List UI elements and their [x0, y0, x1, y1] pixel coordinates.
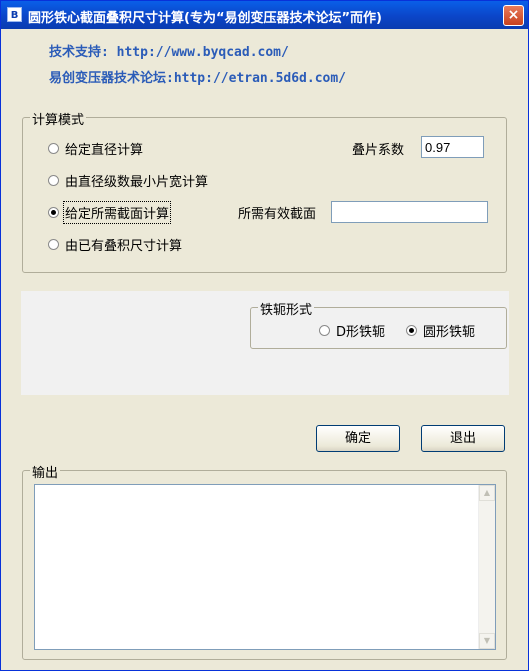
radio-given-area[interactable]: 给定所需截面计算: [48, 201, 172, 224]
area-input[interactable]: [331, 201, 488, 223]
title-bar[interactable]: B 圆形铁心截面叠积尺寸计算(专为“易创变压器技术论坛”而作) ×: [1, 1, 528, 29]
window-title: 圆形铁心截面叠积尺寸计算(专为“易创变压器技术论坛”而作): [28, 11, 382, 26]
radio-icon: [319, 325, 330, 336]
radio-round-yoke[interactable]: 圆形铁轭: [406, 321, 475, 340]
output-text: [35, 485, 495, 491]
radio-icon: [48, 175, 59, 186]
scroll-up-icon[interactable]: ▲: [479, 485, 495, 501]
radio-icon: [48, 239, 59, 250]
scroll-down-icon[interactable]: ▼: [479, 633, 495, 649]
ok-button[interactable]: 确定: [316, 425, 400, 452]
output-title: 输出: [30, 462, 61, 481]
radio-label: D形铁轭: [336, 325, 386, 340]
radio-label: 由直径级数最小片宽计算: [65, 175, 209, 190]
forum-link[interactable]: 易创变压器技术论坛:http://etran.5d6d.com/: [49, 67, 346, 86]
radio-checked-icon: [406, 325, 417, 336]
radio-label: 给定直径计算: [65, 143, 144, 158]
yoke-shape-title: 铁轭形式: [258, 299, 315, 318]
close-button[interactable]: ×: [503, 5, 524, 26]
radio-label: 圆形铁轭: [423, 325, 476, 340]
calc-mode-title: 计算模式: [30, 109, 87, 128]
app-window: B 圆形铁心截面叠积尺寸计算(专为“易创变压器技术论坛”而作) × 技术支持: …: [0, 0, 529, 671]
stack-factor-label: 叠片系数: [352, 143, 405, 158]
area-label: 所需有效截面: [238, 207, 317, 222]
radio-given-diameter[interactable]: 给定直径计算: [48, 139, 143, 158]
radio-icon: [48, 143, 59, 154]
radio-checked-icon: [48, 207, 59, 218]
support-link[interactable]: 技术支持: http://www.byqcad.com/: [49, 41, 289, 60]
radio-d-yoke[interactable]: D形铁轭: [319, 321, 385, 340]
exit-button[interactable]: 退出: [421, 425, 505, 452]
stack-factor-input[interactable]: [421, 136, 484, 158]
output-scrollbar[interactable]: ▲ ▼: [478, 485, 495, 649]
radio-existing-stack[interactable]: 由已有叠积尺寸计算: [48, 235, 182, 254]
radio-label: 由已有叠积尺寸计算: [65, 239, 183, 254]
radio-min-width[interactable]: 由直径级数最小片宽计算: [48, 171, 208, 190]
app-icon: B: [7, 7, 22, 22]
output-textarea[interactable]: ▲ ▼: [34, 484, 496, 650]
radio-label: 给定所需截面计算: [62, 201, 172, 224]
